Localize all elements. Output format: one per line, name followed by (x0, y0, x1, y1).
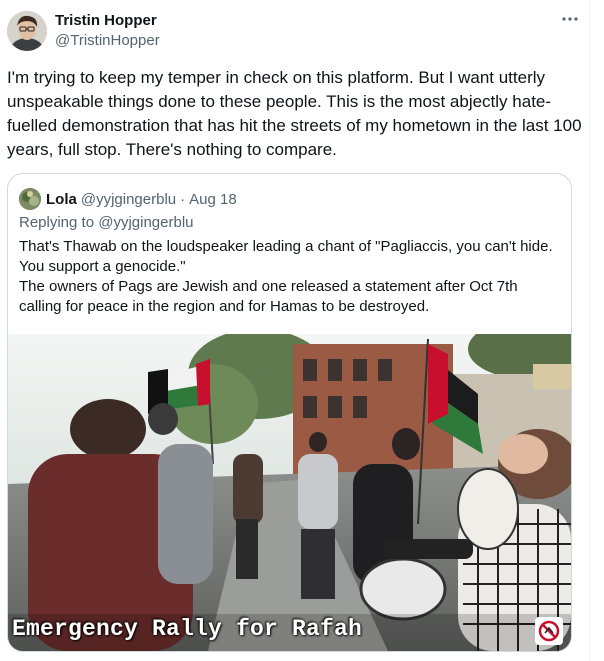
separator-dot: · (180, 190, 186, 208)
replying-to-handle[interactable]: @yyjgingerblu (98, 214, 193, 231)
column-divider (589, 0, 590, 661)
quoted-author-name[interactable]: Lola (46, 191, 77, 208)
author-avatar[interactable] (7, 11, 47, 51)
quoted-author-handle[interactable]: @yyjgingerblu (81, 191, 176, 208)
video-caption: Emergency Rally for Rafah (12, 616, 363, 642)
no-symbol-icon (535, 617, 563, 645)
quoted-author-avatar[interactable] (19, 188, 41, 210)
tweet-text: I'm trying to keep my temper in check on… (7, 68, 587, 159)
tweet-header: Tristin Hopper @TristinHopper (7, 9, 582, 53)
author-handle[interactable]: @TristinHopper (55, 32, 160, 49)
more-horizontal-icon (561, 10, 579, 33)
quoted-tweet-date[interactable]: Aug 18 (189, 191, 237, 208)
replying-prefix: Replying to (19, 214, 99, 231)
replying-to-line: Replying to @yyjgingerblu (19, 214, 194, 231)
quoted-tweet-header: Lola @yyjgingerblu · Aug 18 (19, 188, 237, 210)
rally-video-frame (8, 334, 571, 651)
quoted-tweet-text: That's Thawab on the loudspeaker leading… (19, 238, 553, 315)
quoted-tweet-video[interactable]: Emergency Rally for Rafah (8, 334, 571, 651)
quoted-tweet-card[interactable]: Lola @yyjgingerblu · Aug 18 Replying to … (7, 173, 572, 652)
author-name[interactable]: Tristin Hopper (55, 12, 157, 29)
more-options-button[interactable] (558, 9, 582, 33)
